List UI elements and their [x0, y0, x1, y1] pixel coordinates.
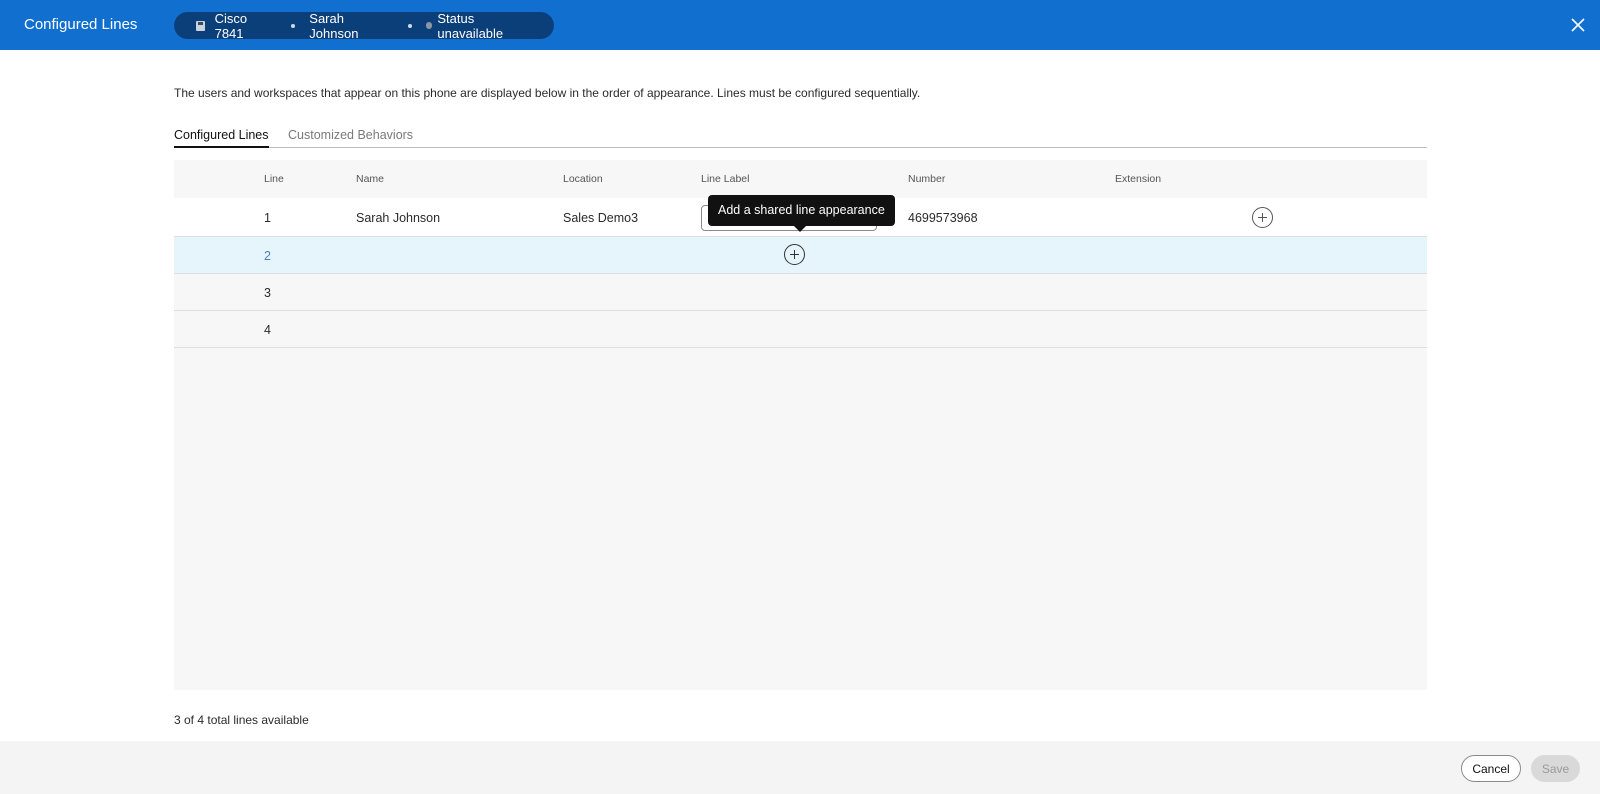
tooltip-arrow [794, 226, 806, 232]
line-number: 3 [264, 286, 271, 300]
device-model: Cisco 7841 [214, 10, 248, 41]
add-circle-icon[interactable] [784, 244, 805, 265]
line-name: Sarah Johnson [356, 211, 441, 225]
device-status: Status unavailable [437, 10, 504, 41]
line-location: Sales Demo3 [563, 211, 639, 225]
tab-bar: Configured Lines Customized Behaviors [174, 126, 1427, 148]
line-number: 4 [264, 323, 271, 337]
column-header-location: Location [563, 173, 603, 185]
table-header: Line Name Location Line Label Number Ext… [174, 160, 1427, 198]
line-number: 2 [264, 249, 271, 263]
column-header-name: Name [356, 173, 385, 185]
line-number: 1 [264, 211, 271, 225]
separator-dot [291, 23, 296, 28]
device-user: Sarah Johnson [309, 10, 359, 41]
column-header-number: Number [908, 173, 946, 185]
intro-text: The users and workspaces that appear on … [174, 86, 921, 100]
close-button[interactable] [1569, 16, 1587, 34]
phone-device-icon [194, 20, 206, 32]
separator-dot [407, 23, 412, 28]
close-icon [1571, 18, 1585, 32]
lines-table: Line Name Location Line Label Number Ext… [174, 160, 1427, 690]
add-circle-icon[interactable] [1252, 207, 1273, 228]
tooltip: Add a shared line appearance [708, 195, 895, 226]
cancel-button[interactable]: Cancel [1461, 755, 1521, 782]
modal-header: Configured Lines Cisco 7841 Sarah Johnso… [0, 0, 1600, 50]
modal-footer: Cancel Save [0, 741, 1600, 794]
column-header-extension: Extension [1115, 173, 1162, 185]
column-header-line: Line [264, 173, 284, 185]
table-row[interactable]: 3 [174, 274, 1427, 311]
column-header-line-label: Line Label [701, 173, 750, 185]
table-row[interactable]: 4 [174, 311, 1427, 348]
status-indicator-icon [425, 22, 433, 29]
modal-title: Configured Lines [24, 16, 138, 33]
device-info-pill: Cisco 7841 Sarah Johnson Status unavaila… [174, 10, 554, 41]
save-button[interactable]: Save [1531, 755, 1580, 782]
line-number-value: 4699573968 [908, 211, 978, 225]
table-row[interactable]: 2 [174, 237, 1427, 274]
tab-configured-lines[interactable]: Configured Lines [174, 128, 269, 148]
tab-customized-behaviors[interactable]: Customized Behaviors [288, 128, 413, 142]
lines-available-text: 3 of 4 total lines available [174, 713, 309, 727]
